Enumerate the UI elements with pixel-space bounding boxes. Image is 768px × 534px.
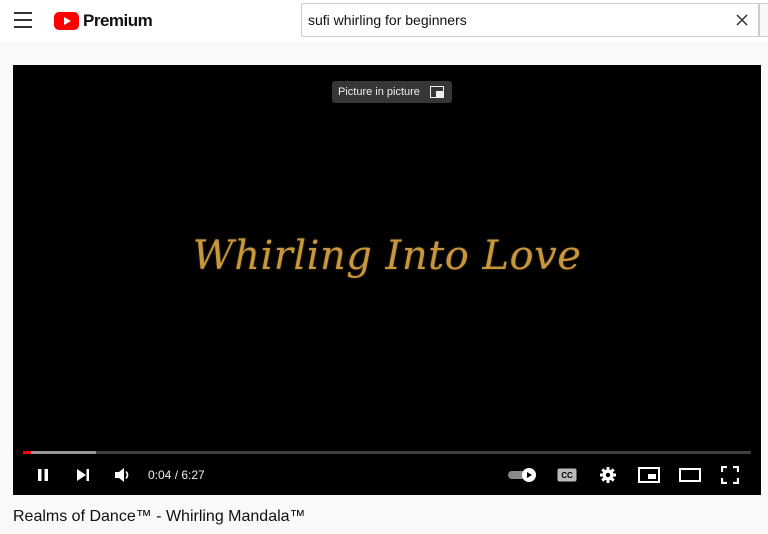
search-input[interactable] (308, 10, 708, 30)
search-button[interactable] (759, 3, 768, 37)
time-display: 0:04 / 6:27 (148, 468, 205, 482)
settings-icon[interactable] (597, 463, 619, 487)
volume-icon[interactable] (113, 463, 133, 487)
pip-icon (429, 86, 444, 98)
video-title: Realms of Dance™ - Whirling Mandala™ (13, 508, 306, 525)
miniplayer-icon[interactable] (637, 463, 661, 487)
youtube-logo[interactable]: Premium (54, 11, 153, 31)
progress-played (23, 451, 31, 454)
fullscreen-icon[interactable] (719, 463, 741, 487)
clear-icon[interactable] (734, 12, 750, 28)
video-player[interactable]: Picture in picture Whirling Into Love 0:… (13, 65, 761, 495)
cc-icon[interactable]: CC (556, 463, 578, 487)
next-icon[interactable] (73, 463, 93, 487)
pip-tooltip: Picture in picture (332, 81, 452, 103)
theater-icon[interactable] (677, 463, 703, 487)
video-title-overlay: Whirling Into Love (192, 233, 582, 279)
youtube-logo-icon (54, 12, 79, 30)
progress-buffered (23, 451, 96, 454)
menu-icon[interactable] (14, 12, 32, 28)
top-bar: Premium (0, 0, 768, 42)
svg-text:CC: CC (561, 471, 573, 480)
pause-icon[interactable] (33, 463, 53, 487)
autoplay-toggle-icon[interactable] (507, 463, 539, 487)
player-controls: 0:04 / 6:27 CC (13, 460, 761, 490)
search-box (301, 3, 759, 37)
progress-bar[interactable] (23, 451, 751, 454)
tooltip-label: Picture in picture (338, 86, 420, 98)
brand-label: Premium (83, 11, 153, 30)
